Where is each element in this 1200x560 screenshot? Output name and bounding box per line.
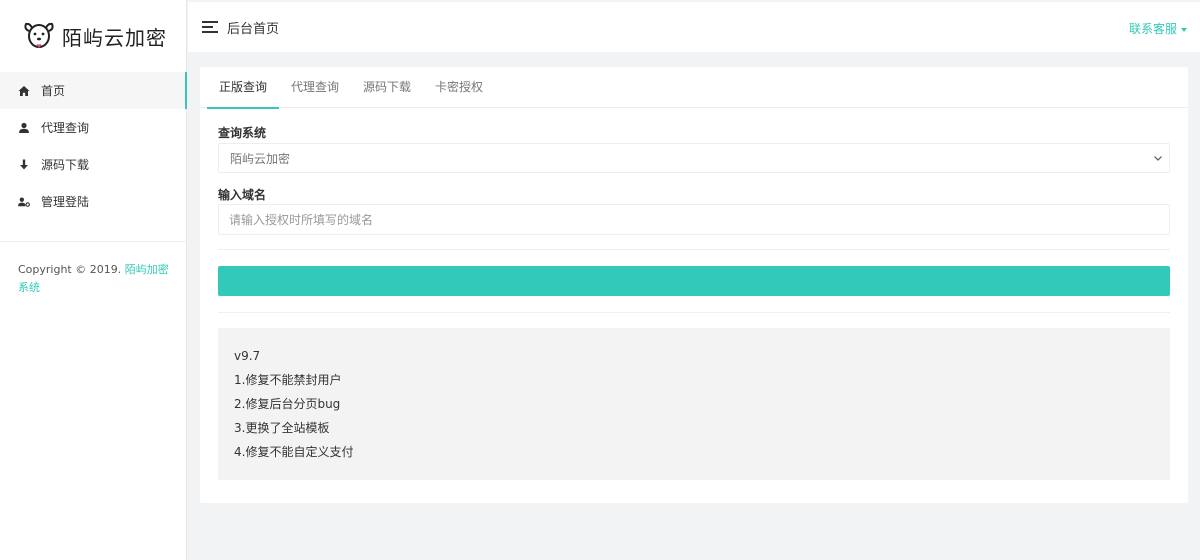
logo[interactable]: 陌屿云加密 xyxy=(0,0,186,72)
tab-bar: 正版查询 代理查询 源码下载 卡密授权 xyxy=(200,67,1188,109)
contact-support-label: 联系客服 xyxy=(1128,22,1177,36)
system-label: 查询系统 xyxy=(218,126,267,140)
caret-down-icon xyxy=(1181,27,1187,32)
contact-support-dropdown[interactable]: 联系客服 xyxy=(1129,20,1187,37)
copyright-text: Copyright © 2019. xyxy=(18,263,122,276)
tab-source-download[interactable]: 源码下载 xyxy=(351,67,423,108)
tab-card-authorization[interactable]: 卡密授权 xyxy=(423,67,495,108)
sidebar-item-label: 源码下载 xyxy=(41,158,90,172)
sidebar-item-label: 首页 xyxy=(41,84,66,98)
domain-label: 输入域名 xyxy=(218,188,267,202)
system-select[interactable]: 陌屿云加密 xyxy=(218,143,1170,173)
main-card: 正版查询 代理查询 源码下载 卡密授权 查询系统 陌屿云加密 输入域名 v9.7… xyxy=(200,67,1188,503)
sidebar-item-admin-login[interactable]: 管理登陆 xyxy=(0,183,186,220)
changelog-item: 1.修复不能禁封用户 xyxy=(234,373,342,387)
sidebar: 陌屿云加密 首页 代理查询 源码下载 管理登陆 Copyright © 2019… xyxy=(0,0,187,560)
sidebar-item-label: 管理登陆 xyxy=(41,195,90,209)
copyright: Copyright © 2019. 陌屿加密系统 xyxy=(18,261,174,297)
download-icon xyxy=(18,159,30,171)
changelog-panel: v9.7 1.修复不能禁封用户 2.修复后台分页bug 3.更换了全站模板 4.… xyxy=(218,328,1170,480)
dog-logo-icon xyxy=(22,19,56,53)
form-divider xyxy=(218,312,1170,313)
user-icon xyxy=(18,122,30,134)
sidebar-nav: 首页 代理查询 源码下载 管理登陆 xyxy=(0,72,187,220)
sidebar-item-source-download[interactable]: 源码下载 xyxy=(0,146,186,183)
sidebar-item-agent-query[interactable]: 代理查询 xyxy=(0,109,186,146)
system-select-value: 陌屿云加密 xyxy=(230,151,291,166)
tab-agent-query[interactable]: 代理查询 xyxy=(279,67,351,108)
home-icon xyxy=(18,85,30,97)
changelog-item: 2.修复后台分页bug xyxy=(234,397,341,411)
sidebar-divider xyxy=(0,241,186,242)
tab-genuine-query[interactable]: 正版查询 xyxy=(207,67,280,109)
topbar: 后台首页 联系客服 xyxy=(188,2,1200,52)
changelog-version: v9.7 xyxy=(234,349,261,363)
brand-name: 陌屿云加密 xyxy=(62,25,167,50)
sidebar-item-home[interactable]: 首页 xyxy=(0,72,187,109)
page-title: 后台首页 xyxy=(227,21,280,37)
changelog-item: 4.修复不能自定义支付 xyxy=(234,445,354,459)
sidebar-item-label: 代理查询 xyxy=(41,121,90,135)
form-divider xyxy=(218,249,1170,250)
query-submit-button[interactable] xyxy=(218,266,1170,296)
menu-toggle-icon[interactable] xyxy=(202,21,218,33)
admin-icon xyxy=(18,196,30,208)
chevron-down-icon xyxy=(1153,152,1163,162)
changelog-item: 3.更换了全站模板 xyxy=(234,421,330,435)
domain-input[interactable] xyxy=(218,204,1170,235)
